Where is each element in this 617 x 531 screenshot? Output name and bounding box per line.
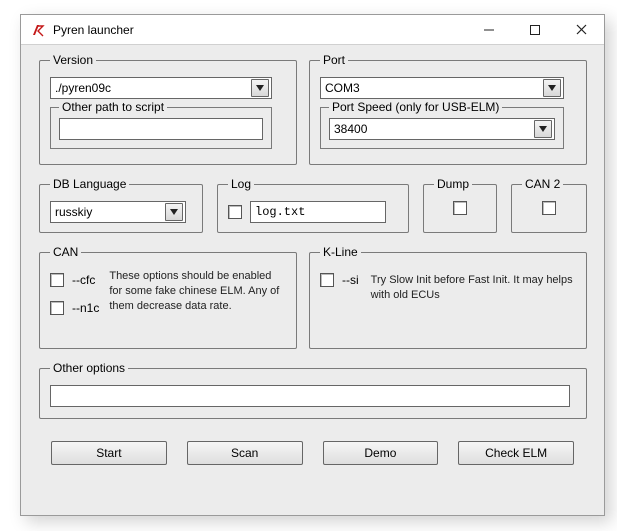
- minimize-button[interactable]: [466, 15, 512, 45]
- chevron-down-icon: [543, 79, 561, 97]
- port-speed-group: Port Speed (only for USB-ELM) 38400: [320, 107, 564, 149]
- can-hint: These options should be enabled for some…: [109, 269, 286, 314]
- kline-hint: Try Slow Init before Fast Init. It may h…: [371, 273, 576, 303]
- titlebar: Pyren launcher: [21, 15, 604, 45]
- can-group: CAN --cfc --n1c These options should be …: [39, 245, 297, 349]
- port-speed-select[interactable]: 38400: [329, 118, 555, 140]
- chevron-down-icon: [165, 203, 183, 221]
- port-speed-label: Port Speed (only for USB-ELM): [329, 100, 502, 114]
- chevron-down-icon: [251, 79, 269, 97]
- log-filename-input[interactable]: log.txt: [250, 201, 386, 223]
- window-title: Pyren launcher: [53, 23, 466, 37]
- other-options-group: Other options: [39, 361, 587, 419]
- db-language-legend: DB Language: [50, 177, 129, 191]
- other-path-label: Other path to script: [59, 100, 167, 114]
- can-cfc-label: --cfc: [72, 273, 95, 287]
- port-select[interactable]: COM3: [320, 77, 564, 99]
- button-row: Start Scan Demo Check ELM: [51, 441, 574, 467]
- can2-checkbox[interactable]: [542, 201, 556, 215]
- version-select[interactable]: ./pyren09c: [50, 77, 272, 99]
- version-legend: Version: [50, 53, 96, 67]
- app-icon: [29, 21, 47, 39]
- dump-checkbox[interactable]: [453, 201, 467, 215]
- can-n1c-checkbox[interactable]: [50, 301, 64, 315]
- db-language-group: DB Language russkiy: [39, 177, 203, 233]
- kline-group: K-Line --si Try Slow Init before Fast In…: [309, 245, 587, 349]
- log-checkbox[interactable]: [228, 205, 242, 219]
- port-group: Port COM3 Port Speed (only for USB-ELM) …: [309, 53, 587, 165]
- demo-button[interactable]: Demo: [323, 441, 439, 465]
- can-cfc-checkbox[interactable]: [50, 273, 64, 287]
- can-legend: CAN: [50, 245, 81, 259]
- maximize-button[interactable]: [512, 15, 558, 45]
- dump-legend: Dump: [434, 177, 472, 191]
- scan-button[interactable]: Scan: [187, 441, 303, 465]
- kline-si-checkbox[interactable]: [320, 273, 334, 287]
- db-language-select[interactable]: russkiy: [50, 201, 186, 223]
- kline-legend: K-Line: [320, 245, 361, 259]
- can2-legend: CAN 2: [522, 177, 563, 191]
- port-legend: Port: [320, 53, 348, 67]
- chevron-down-icon: [534, 120, 552, 138]
- application-window: Pyren launcher Version ./pyren09c: [20, 14, 605, 516]
- other-options-input[interactable]: [50, 385, 570, 407]
- can2-group: CAN 2: [511, 177, 587, 233]
- dump-group: Dump: [423, 177, 497, 233]
- close-button[interactable]: [558, 15, 604, 45]
- log-group: Log log.txt: [217, 177, 409, 233]
- can-n1c-label: --n1c: [72, 301, 99, 315]
- check-elm-button[interactable]: Check ELM: [458, 441, 574, 465]
- kline-si-label: --si: [342, 273, 359, 287]
- version-group: Version ./pyren09c Other path to script: [39, 53, 297, 165]
- other-path-input[interactable]: [59, 118, 263, 140]
- start-button[interactable]: Start: [51, 441, 167, 465]
- log-legend: Log: [228, 177, 254, 191]
- other-options-legend: Other options: [50, 361, 128, 375]
- other-path-group: Other path to script: [50, 107, 272, 149]
